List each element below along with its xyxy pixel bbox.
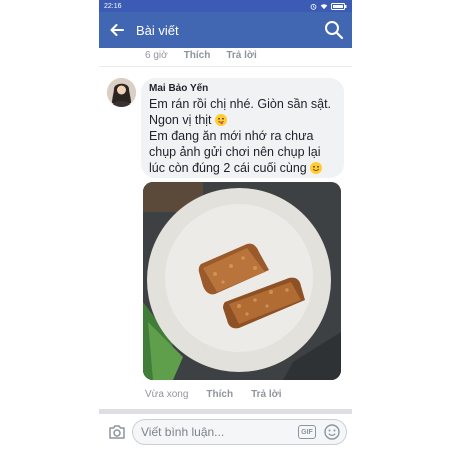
- battery-icon: [331, 2, 347, 10]
- camera-icon: [109, 425, 125, 439]
- avatar-image: [107, 78, 136, 107]
- like-link[interactable]: Thích: [206, 389, 233, 400]
- page-title: Bài viết: [136, 22, 179, 38]
- status-time: 22:16: [104, 2, 122, 10]
- previous-reply-link[interactable]: Trả lời: [226, 50, 256, 61]
- comment-text: Em rán rồi chị nhé. Giòn sần sật. Ngon v…: [149, 96, 336, 176]
- search-icon: [325, 21, 344, 40]
- smiley-icon: [324, 424, 340, 440]
- phone-screen: 22:16 Bài viết 6 giờ Thích Trả lời Mai B…: [99, 0, 352, 450]
- comment-composer: GIF: [99, 414, 352, 450]
- camera-button[interactable]: [102, 417, 132, 447]
- previous-like-link[interactable]: Thích: [184, 50, 211, 61]
- gif-icon: GIF: [301, 428, 313, 436]
- gif-button[interactable]: GIF: [298, 425, 316, 439]
- comment-input-container: GIF: [132, 419, 347, 445]
- divider: [99, 66, 352, 67]
- comment-text-line2: Em đang ăn mới nhớ ra chưa chụp ảnh gửi …: [149, 129, 321, 175]
- food-photo-image: [143, 182, 341, 380]
- tongue-emoji-icon: [215, 114, 228, 126]
- reply-link[interactable]: Trả lời: [251, 389, 281, 400]
- back-button[interactable]: [99, 12, 135, 48]
- comment-time: Vừa xong: [145, 389, 189, 400]
- back-arrow-icon: [110, 24, 124, 36]
- alarm-icon: [310, 3, 317, 10]
- previous-comment-actions: 6 giờ Thích Trả lời: [145, 50, 257, 61]
- comment-actions: Vừa xong Thích Trả lời: [145, 389, 282, 400]
- search-button[interactable]: [324, 20, 344, 40]
- comment-author[interactable]: Mai Bảo Yến: [149, 83, 336, 94]
- comment-input[interactable]: [141, 425, 281, 439]
- previous-comment-time: 6 giờ: [145, 50, 168, 61]
- app-bar: Bài viết: [99, 12, 352, 48]
- wifi-icon: [320, 3, 328, 9]
- smile-emoji-icon: [310, 162, 323, 174]
- comment-bubble: Mai Bảo Yến Em rán rồi chị nhé. Giòn sần…: [141, 78, 344, 178]
- status-icons: [310, 2, 347, 10]
- comment-photo[interactable]: [143, 182, 341, 380]
- comment-text-line1: Em rán rồi chị nhé. Giòn sần sật. Ngon v…: [149, 97, 332, 127]
- avatar[interactable]: [107, 78, 136, 107]
- emoji-button[interactable]: [324, 424, 340, 440]
- status-bar: 22:16: [99, 0, 352, 12]
